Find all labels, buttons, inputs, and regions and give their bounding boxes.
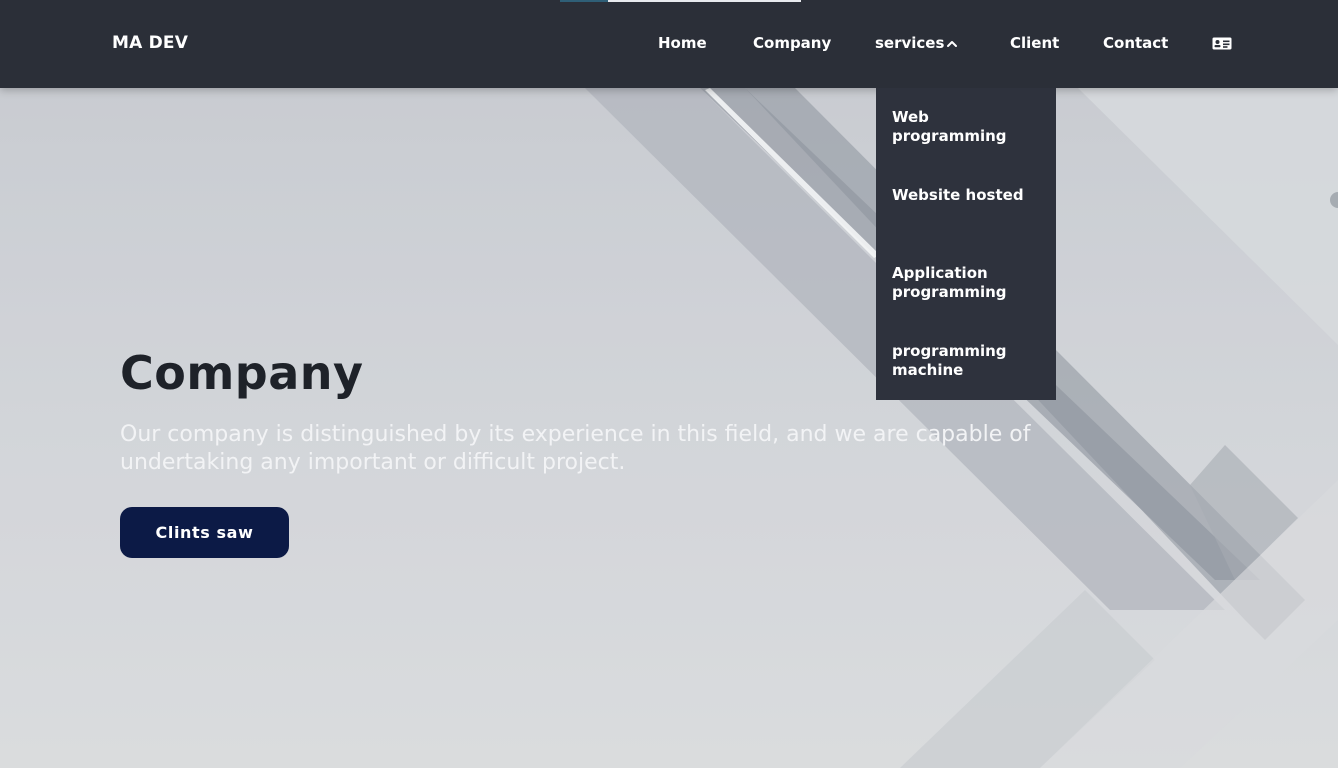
top-navigation-bar: MA DEV Home Company services Client Cont… bbox=[0, 0, 1338, 88]
nav-company[interactable]: Company bbox=[753, 34, 831, 52]
contact-card-icon[interactable] bbox=[1212, 37, 1232, 51]
services-dropdown-menu: Web programming Website hosted Applicati… bbox=[876, 88, 1056, 400]
page: MA DEV Home Company services Client Cont… bbox=[0, 0, 1338, 768]
clients-button[interactable]: Clints saw bbox=[120, 507, 289, 558]
brand-logo[interactable]: MA DEV bbox=[112, 33, 188, 53]
dropdown-item-application-programming[interactable]: Application programming bbox=[892, 264, 1042, 302]
nav-contact[interactable]: Contact bbox=[1103, 34, 1168, 52]
nav-services[interactable]: services bbox=[875, 34, 944, 52]
chevron-up-icon[interactable] bbox=[946, 39, 958, 49]
dropdown-item-web-programming[interactable]: Web programming bbox=[892, 108, 1042, 146]
hero-description: Our company is distinguished by its expe… bbox=[120, 422, 1031, 475]
nav-home[interactable]: Home bbox=[658, 34, 707, 52]
top-accent-line bbox=[560, 0, 608, 2]
nav-client[interactable]: Client bbox=[1010, 34, 1059, 52]
hero-title: Company bbox=[120, 346, 364, 400]
top-accent-line bbox=[608, 0, 801, 2]
dropdown-item-website-hosted[interactable]: Website hosted bbox=[892, 186, 1042, 205]
dropdown-item-programming-machine[interactable]: programming machine bbox=[892, 342, 1042, 380]
